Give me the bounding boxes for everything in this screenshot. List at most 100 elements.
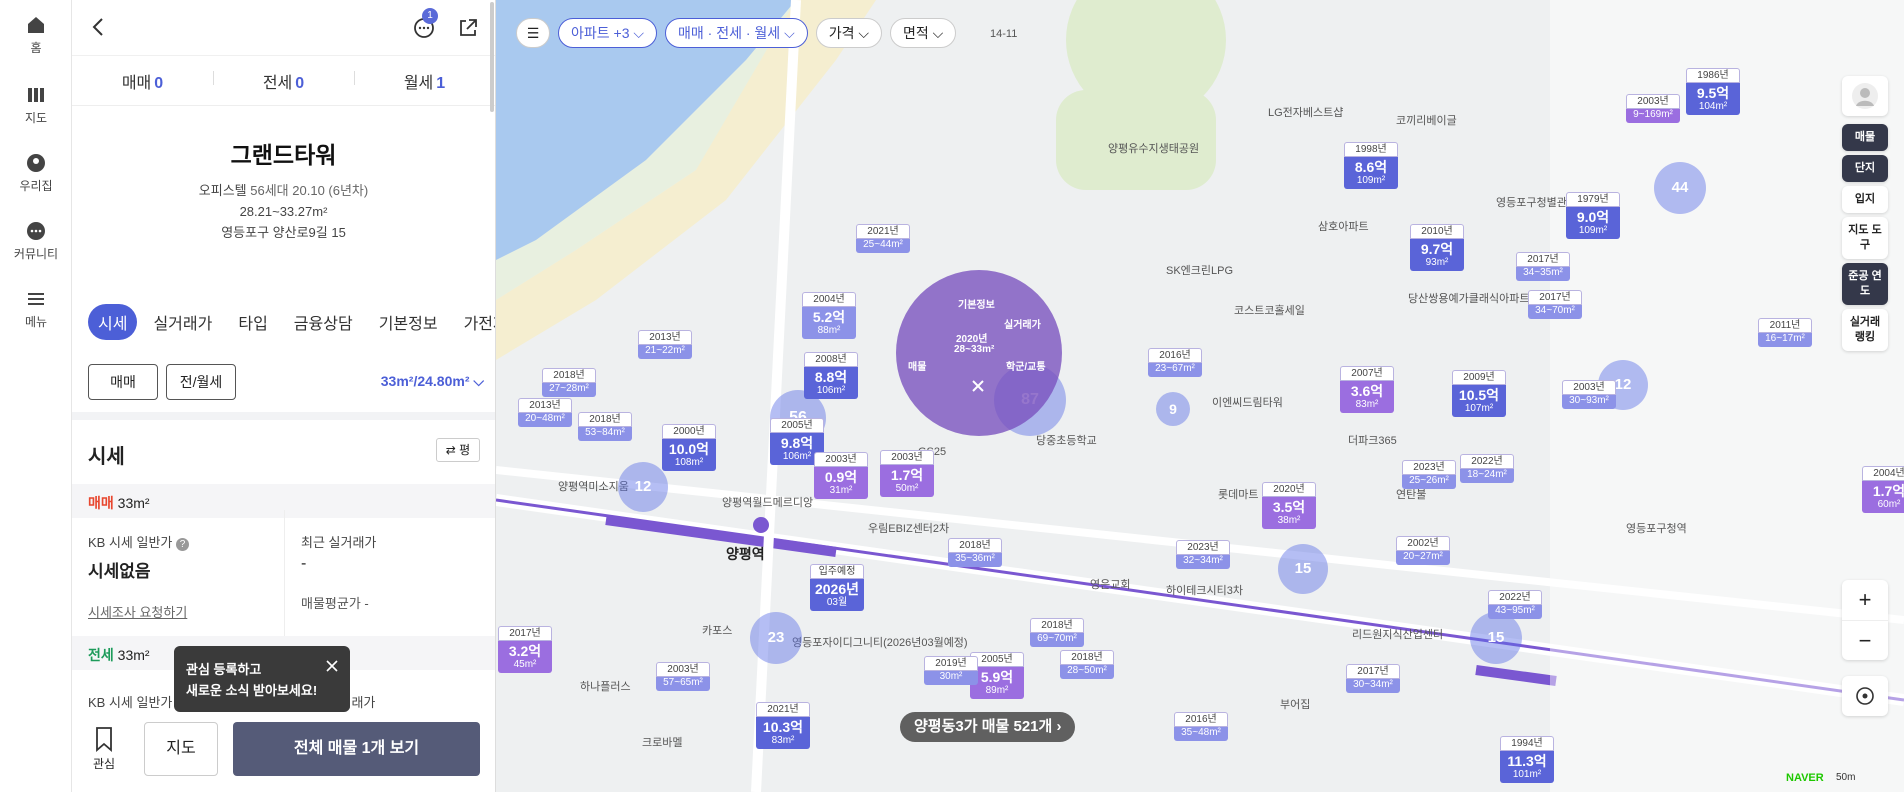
view-all-listings-button[interactable]: 전체 매물 1개 보기 xyxy=(233,722,480,776)
complex-marker[interactable]: 2016년 35~48m² xyxy=(1174,712,1228,741)
tab-finance[interactable]: 금융상담 xyxy=(284,304,363,340)
tool-map-tools[interactable]: 지도 도구 xyxy=(1842,217,1888,259)
listing-cluster[interactable]: 44 xyxy=(1654,162,1706,214)
filter-settings-button[interactable]: ☰ xyxy=(516,18,550,48)
complex-marker[interactable]: 2017년 34~35m² xyxy=(1516,252,1570,281)
complex-marker[interactable]: 2010년 9.7억 93m² xyxy=(1410,224,1464,271)
complex-marker[interactable]: 2016년 23~67m² xyxy=(1148,348,1202,377)
tab-transactions[interactable]: 실거래가 xyxy=(143,304,222,340)
map-label: SK엔크린LPG xyxy=(1166,265,1234,277)
tool-listings[interactable]: 매물 xyxy=(1842,124,1888,151)
zoom-in-button[interactable]: + xyxy=(1842,580,1888,620)
complex-marker[interactable]: 2004년 5.2억 88m² xyxy=(802,292,856,339)
complex-marker[interactable]: 2021년 25~44m² xyxy=(856,224,910,253)
filter-chip-price[interactable]: 가격 ⌵ xyxy=(815,18,882,48)
tab-appliances[interactable]: 가전제 xyxy=(454,304,495,340)
complex-marker[interactable]: 2003년 9~169m² xyxy=(1626,94,1680,123)
nav-item-menu[interactable]: 메뉴 xyxy=(0,288,72,330)
request-price-link[interactable]: 시세조사 요청하기 xyxy=(88,602,268,621)
complex-marker[interactable]: 2023년 25~26m² xyxy=(1402,460,1456,489)
panel-scrollbar[interactable] xyxy=(490,2,494,112)
tool-complex[interactable]: 단지 xyxy=(1842,155,1888,182)
zoom-out-button[interactable]: − xyxy=(1842,620,1888,660)
complex-marker[interactable]: 2017년 3.2억 45m² xyxy=(498,626,552,673)
complex-marker[interactable]: 2003년 0.9억 31m² xyxy=(814,452,868,499)
complex-marker[interactable]: 2019년 30m² xyxy=(924,656,978,685)
complex-marker[interactable]: 2022년 43~95m² xyxy=(1488,590,1542,619)
menu-transactions[interactable]: 실거래가 xyxy=(1004,316,1041,331)
tab-basic-info[interactable]: 기본정보 xyxy=(369,304,448,340)
selected-complex-menu[interactable]: 기본정보 실거래가 매물 학군/교통 2020년 28~33m² xyxy=(896,270,1062,436)
complex-marker[interactable]: 2020년 3.5억 38m² xyxy=(1262,482,1316,529)
count-monthly[interactable]: 월세 1 xyxy=(354,69,495,93)
listing-cluster[interactable]: 23 xyxy=(750,612,802,664)
complex-marker[interactable]: 1986년 9.5억 104m² xyxy=(1686,68,1740,115)
complex-marker[interactable]: 2008년 8.8억 106m² xyxy=(804,352,858,399)
complex-marker[interactable]: 1994년 11.3억 101m² xyxy=(1500,736,1554,783)
map-label: 양평역월드메르디앙 xyxy=(722,497,814,509)
menu-listings[interactable]: 매물 xyxy=(908,358,926,373)
current-location-button[interactable] xyxy=(1842,676,1888,716)
complex-marker[interactable]: 2022년 18~24m² xyxy=(1460,454,1514,483)
complex-marker[interactable]: 2018년 28~50m² xyxy=(1060,650,1114,679)
complex-marker[interactable]: 2017년 34~70m² xyxy=(1528,290,1582,319)
complex-marker[interactable]: 2000년 10.0억 108m² xyxy=(662,424,716,471)
listing-cluster[interactable]: 15 xyxy=(1278,544,1328,594)
complex-marker[interactable]: 2009년 10.5억 107m² xyxy=(1452,370,1506,417)
menu-basic-info[interactable]: 기본정보 xyxy=(958,296,995,311)
complex-marker[interactable]: 2007년 3.6억 83m² xyxy=(1340,366,1394,413)
menu-school-transport[interactable]: 학군/교통 xyxy=(1006,358,1046,373)
complex-marker[interactable]: 2023년 32~34m² xyxy=(1176,540,1230,569)
complex-marker[interactable]: 2013년 21~22m² xyxy=(638,330,692,359)
complex-marker[interactable]: 2003년 30~93m² xyxy=(1562,380,1616,409)
count-sale[interactable]: 매매 0 xyxy=(72,69,213,93)
complex-marker[interactable]: 1979년 9.0억 109m² xyxy=(1566,192,1620,239)
back-arrow-icon[interactable] xyxy=(86,14,112,40)
complex-marker[interactable]: 2018년 53~84m² xyxy=(578,412,632,441)
listing-cluster[interactable]: 12 xyxy=(618,462,668,512)
complex-marker[interactable]: 2005년 5.9억 89m² xyxy=(970,652,1024,699)
complex-marker[interactable]: 2002년 20~27m² xyxy=(1396,536,1450,565)
tool-built-year[interactable]: 준공 연도 xyxy=(1842,263,1888,305)
complex-marker[interactable]: 2011년 16~17m² xyxy=(1758,318,1812,347)
profile-avatar[interactable] xyxy=(1842,76,1888,116)
tab-price[interactable]: 시세 xyxy=(88,304,138,340)
tool-location[interactable]: 입지 xyxy=(1842,186,1888,213)
rent-filter-button[interactable]: 전/월세 xyxy=(166,364,236,400)
filter-chip-trade-type[interactable]: 매매 · 전세 · 월세 ⌵ xyxy=(665,18,808,48)
nav-item-map[interactable]: 지도 xyxy=(0,84,72,126)
complex-marker[interactable]: 2018년 27~28m² xyxy=(542,368,596,397)
complex-marker[interactable]: 2004년 1.7억 60m² xyxy=(1862,466,1904,513)
complex-marker[interactable]: 1998년 8.6억 109m² xyxy=(1344,142,1398,189)
close-icon[interactable] xyxy=(970,378,986,394)
nav-item-community[interactable]: 커뮤니티 xyxy=(0,220,72,262)
complex-marker[interactable]: 2018년 69~70m² xyxy=(1030,618,1084,647)
bookmark-button[interactable]: 관심 xyxy=(84,726,124,772)
area-select[interactable]: 33m²/24.80m² ⌵ xyxy=(381,373,484,390)
nav-item-myhome[interactable]: 우리집 xyxy=(0,152,72,194)
station-label[interactable]: 양평역 xyxy=(726,544,765,564)
nav-item-home[interactable]: 홈 xyxy=(0,14,72,56)
unit-toggle-button[interactable]: ⇄ 평 xyxy=(436,438,480,462)
complex-marker[interactable]: 2003년 1.7억 50m² xyxy=(880,450,934,497)
complex-marker[interactable]: 2018년 35~36m² xyxy=(948,538,1002,567)
complex-marker[interactable]: 입주예정 2026년 03월 xyxy=(810,564,864,611)
map-button[interactable]: 지도 xyxy=(144,722,218,776)
map-canvas[interactable]: ☰ 아파트 +3 ⌵ 매매 · 전세 · 월세 ⌵ 가격 ⌵ 면적 ⌵ LG전자… xyxy=(496,0,1904,792)
close-icon[interactable] xyxy=(324,658,340,674)
complex-marker[interactable]: 2021년 10.3억 83m² xyxy=(756,702,810,749)
complex-marker[interactable]: 2003년 57~65m² xyxy=(656,662,710,691)
filter-chip-property-type[interactable]: 아파트 +3 ⌵ xyxy=(558,18,658,48)
filter-chip-area[interactable]: 면적 ⌵ xyxy=(889,18,957,48)
complex-marker[interactable]: 2017년 30~34m² xyxy=(1346,664,1400,693)
help-icon[interactable]: ? xyxy=(176,538,189,551)
listing-cluster[interactable]: 9 xyxy=(1156,392,1190,426)
complex-marker[interactable]: 2013년 20~48m² xyxy=(518,398,572,427)
area-listing-summary[interactable]: 양평동3가 매물 521개 › xyxy=(900,712,1076,742)
share-icon[interactable] xyxy=(456,16,480,40)
listing-cluster[interactable]: 15 xyxy=(1470,612,1522,664)
sale-filter-button[interactable]: 매매 xyxy=(88,364,158,400)
tool-ranking[interactable]: 실거래 랭킹 xyxy=(1842,309,1888,351)
tab-type[interactable]: 타입 xyxy=(228,304,277,340)
count-jeonse[interactable]: 전세 0 xyxy=(213,69,354,93)
